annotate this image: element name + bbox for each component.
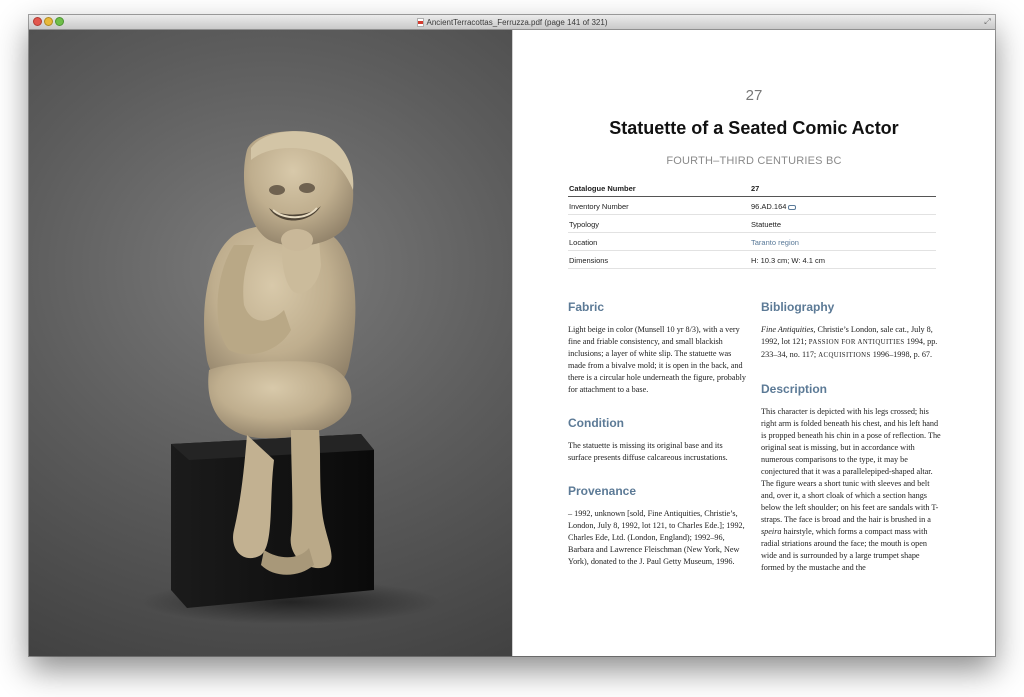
metadata-row: Dimensions H: 10.3 cm; W: 4.1 cm: [568, 251, 936, 269]
metadata-value: Statuette: [751, 220, 782, 229]
right-text-column: Bibliography Fine Antiquities, Christie’…: [761, 300, 941, 586]
fullscreen-arrows-icon[interactable]: ⤢: [983, 17, 992, 26]
metadata-label: Typology: [569, 220, 600, 229]
metadata-row: Inventory Number 96.AD.164: [568, 197, 936, 215]
provenance-text: – 1992, unknown [sold, Fine Antiquities,…: [568, 509, 745, 566]
external-link-icon[interactable]: [788, 204, 797, 210]
location-link[interactable]: Taranto region: [751, 238, 799, 247]
metadata-label: Catalogue Number: [569, 184, 636, 193]
catalogue-entry-number: 27: [745, 87, 763, 104]
metadata-row: Location Taranto region: [568, 233, 936, 251]
bibliography-text: Fine Antiquities, Christie’s London, sal…: [761, 324, 941, 362]
metadata-value-group: 96.AD.164: [751, 202, 797, 211]
metadata-label: Dimensions: [569, 256, 609, 265]
condition-heading: Condition: [568, 416, 624, 430]
metadata-value: 27: [751, 184, 760, 193]
bib-text: 1996–1998, p. 67.: [870, 350, 933, 359]
metadata-table: Catalogue Number 27 Inventory Number 96.…: [568, 179, 936, 269]
statuette-illustration: [141, 131, 441, 624]
bib-title-passion: Passion for Antiquities: [808, 339, 905, 346]
metadata-value: H: 10.3 cm; W: 4.1 cm: [751, 256, 826, 265]
pdf-doc-icon[interactable]: [416, 17, 424, 27]
catalogue-page: 27 Statuette of a Seated Comic Actor FOU…: [512, 30, 995, 656]
description-text-part: hairstyle, which forms a compact mass wi…: [761, 527, 928, 572]
inventory-number-value: 96.AD.164: [751, 202, 787, 211]
metadata-row: Typology Statuette: [568, 215, 936, 233]
description-heading: Description: [761, 382, 828, 396]
entry-date: FOURTH–THIRD CENTURIES BC: [666, 155, 842, 167]
statuette-photo: [29, 30, 512, 656]
window-title-group: AncientTerracottas_Ferruzza.pdf (page 14…: [29, 15, 995, 29]
bib-title-acquisitions: Acquisitions: [818, 352, 871, 359]
description-italic-word: speira: [761, 527, 782, 536]
window-title: AncientTerracottas_Ferruzza.pdf (page 14…: [426, 17, 608, 27]
metadata-label: Location: [569, 238, 598, 247]
condition-text: The statuette is missing its original ba…: [568, 441, 728, 462]
entry-title: Statuette of a Seated Comic Actor: [609, 118, 899, 138]
metadata-label: Inventory Number: [569, 202, 629, 211]
description-text-part: This character is depicted with his legs…: [761, 407, 941, 524]
bibliography-heading: Bibliography: [761, 300, 835, 314]
left-text-column: Fabric Light beige in color (Munsell 10 …: [568, 300, 748, 588]
provenance-heading: Provenance: [568, 484, 637, 498]
pdf-viewer-window: AncientTerracottas_Ferruzza.pdf (page 14…: [29, 15, 995, 656]
metadata-row: Catalogue Number 27: [568, 179, 936, 197]
description-text: This character is depicted with his legs…: [761, 406, 941, 586]
bib-title-fine-antiquities: Fine Antiquities: [761, 325, 814, 334]
document-spread[interactable]: 27 Statuette of a Seated Comic Actor FOU…: [29, 30, 995, 656]
fabric-heading: Fabric: [568, 300, 605, 314]
title-bar[interactable]: AncientTerracottas_Ferruzza.pdf (page 14…: [29, 15, 995, 30]
fabric-text: Light beige in color (Munsell 10 yr 8/3)…: [568, 325, 747, 394]
